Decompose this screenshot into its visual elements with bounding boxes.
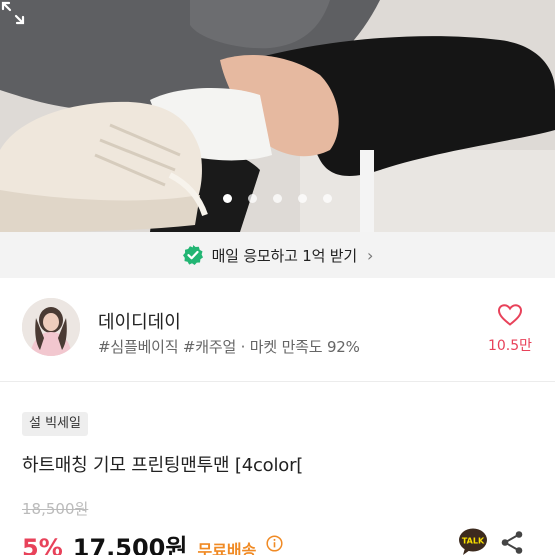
carousel-dot[interactable] — [323, 194, 332, 203]
avatar-photo — [22, 298, 80, 356]
sale-badge: 설 빅세일 — [22, 412, 88, 436]
original-price: 18,500원 — [22, 500, 89, 518]
kakao-talk-icon[interactable]: TALK — [458, 528, 488, 555]
svg-text:TALK: TALK — [462, 537, 485, 546]
shop-avatar[interactable] — [22, 298, 80, 356]
product-image[interactable] — [0, 0, 555, 232]
shop-name[interactable]: 데이디데이 — [98, 308, 181, 334]
info-icon[interactable] — [266, 534, 283, 552]
carousel-dot[interactable] — [273, 194, 282, 203]
free-shipping-label: 무료배송 — [197, 541, 257, 555]
favorite-button[interactable]: 10.5만 — [485, 303, 535, 363]
discount-rate: 5% — [22, 534, 63, 555]
heart-icon — [497, 304, 523, 326]
product-title: 하트매칭 기모 프린팅맨투맨 [4color[ — [22, 455, 304, 476]
chevron-right-icon: › — [367, 245, 374, 265]
carousel-indicators[interactable] — [0, 194, 555, 204]
carousel-dot[interactable] — [298, 194, 307, 203]
favorite-count: 10.5만 — [487, 338, 533, 354]
verified-check-icon — [182, 245, 203, 265]
price-row: 5% 17,500원 무료배송 — [22, 528, 283, 555]
carousel-dot[interactable] — [248, 194, 257, 203]
carousel-dot[interactable] — [223, 194, 232, 203]
section-divider — [0, 381, 555, 382]
promo-banner[interactable]: 매일 응모하고 1억 받기 › — [0, 232, 555, 278]
share-icon[interactable] — [500, 530, 524, 555]
sale-price: 17,500원 — [72, 534, 188, 555]
expand-icon[interactable] — [0, 0, 26, 26]
shop-row[interactable]: 데이디데이 #심플베이직 #캐주얼 · 마켓 만족도 92% 10.5만 — [0, 290, 555, 370]
promo-text: 매일 응모하고 1억 받기 — [211, 246, 358, 265]
shop-tags: #심플베이직 #캐주얼 · 마켓 만족도 92% — [98, 338, 360, 356]
